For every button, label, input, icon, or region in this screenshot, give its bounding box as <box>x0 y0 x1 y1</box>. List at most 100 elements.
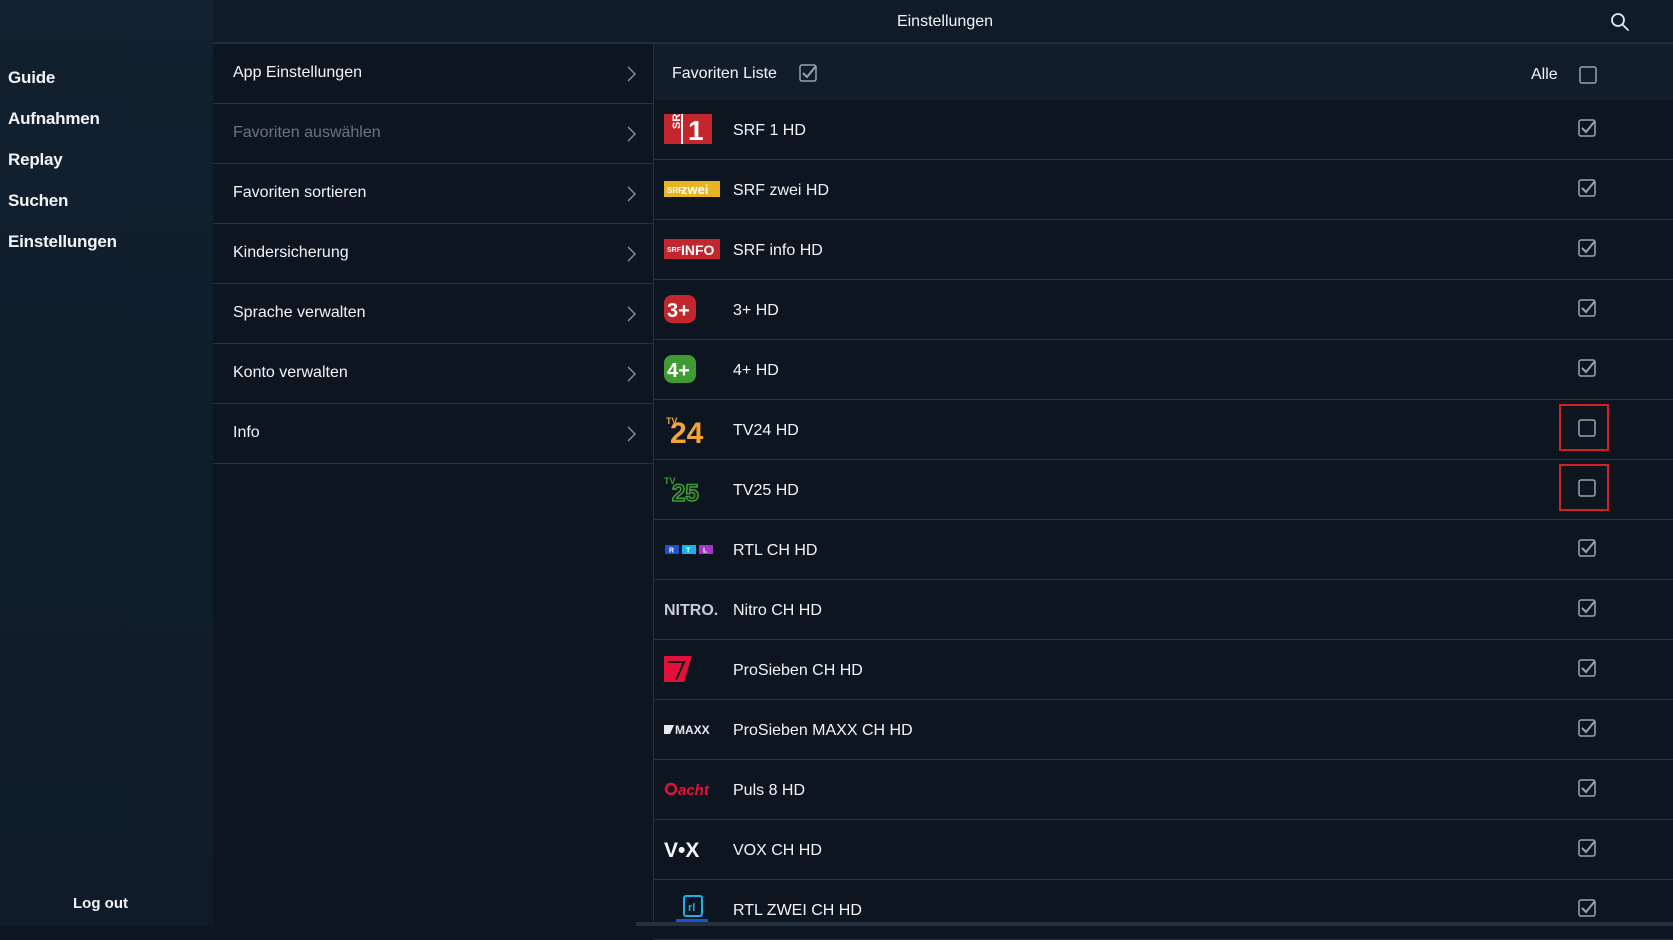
logo-text: INFO <box>681 242 715 258</box>
channel-name: 3+ HD <box>733 302 779 319</box>
puls8-logo: acht <box>664 782 710 799</box>
chevron-right-icon <box>627 366 636 382</box>
chevron-right-icon <box>627 126 636 142</box>
logo-text: V•X <box>664 839 699 862</box>
channel-checkbox[interactable] <box>1578 539 1596 557</box>
channel-name: SRF zwei HD <box>733 182 830 199</box>
nitro-logo: NITRO. <box>664 602 718 619</box>
logo-text: 25 <box>672 480 699 504</box>
channel-checkbox[interactable] <box>1578 299 1596 317</box>
logo-text: 24 <box>670 417 704 444</box>
sidebar-item-guide[interactable]: Guide <box>8 68 55 88</box>
logo-text: NITRO. <box>664 602 718 619</box>
channel-checkbox[interactable] <box>1578 839 1596 857</box>
sidebar-item-replay[interactable]: Replay <box>8 150 63 170</box>
sidebar-item-einstellungen[interactable]: Einstellungen <box>8 232 117 252</box>
menu-item-favoriten-sortieren[interactable]: Favoriten sortieren <box>213 164 654 224</box>
channel-name: SRF 1 HD <box>733 122 806 139</box>
vox-logo: V•X <box>664 839 699 862</box>
channel-checkbox[interactable] <box>1578 359 1596 377</box>
chevron-right-icon <box>627 306 636 322</box>
channel-name: SRF info HD <box>733 242 823 259</box>
channel-row[interactable]: SRF INFO SRF info HD <box>654 220 1673 280</box>
chevron-right-icon <box>627 246 636 262</box>
channel-checkbox[interactable] <box>1578 779 1596 797</box>
logo-text: L <box>703 548 708 555</box>
tv25-logo: TV 25 <box>664 476 700 504</box>
search-icon[interactable] <box>1610 12 1630 32</box>
menu-item-favoriten-auswaehlen[interactable]: Favoriten auswählen <box>213 104 654 164</box>
channel-checkbox[interactable] <box>1578 659 1596 677</box>
srf-zwei-logo: SRF zwei <box>664 181 720 197</box>
favorites-list-checkbox[interactable] <box>799 64 817 82</box>
channel-row[interactable]: TV 25 TV25 HD <box>654 460 1673 520</box>
channel-row[interactable]: 3+ 3+ HD <box>654 280 1673 340</box>
channel-checkbox[interactable] <box>1578 719 1596 737</box>
channel-row[interactable]: R T L RTL CH HD <box>654 520 1673 580</box>
channel-row[interactable]: SRF zwei SRF zwei HD <box>654 160 1673 220</box>
menu-item-label: Kindersicherung <box>233 244 349 261</box>
top-bar: Einstellungen <box>213 0 1673 44</box>
channel-checkbox[interactable] <box>1578 419 1596 437</box>
logo-text: SRF <box>671 114 683 129</box>
menu-item-app-einstellungen[interactable]: App Einstellungen <box>213 44 654 104</box>
logo-text: 3+ <box>667 300 690 322</box>
channel-checkbox[interactable] <box>1578 599 1596 617</box>
channel-checkbox[interactable] <box>1578 179 1596 197</box>
sidebar: Guide Aufnahmen Replay Suchen Einstellun… <box>0 0 213 926</box>
channel-row[interactable]: TV 24 TV24 HD <box>654 400 1673 460</box>
favorites-list-title: Favoriten Liste <box>672 65 777 82</box>
logo-text: zwei <box>681 182 708 197</box>
channel-row[interactable]: 4+ 4+ HD <box>654 340 1673 400</box>
channel-name: 4+ HD <box>733 362 779 379</box>
channel-list: SRF 1 SRF 1 HD SRF zwei SRF zwei HD SRF … <box>654 100 1673 940</box>
channel-checkbox[interactable] <box>1578 479 1596 497</box>
channel-row[interactable]: ProSieben CH HD <box>654 640 1673 700</box>
menu-item-label: Favoriten auswählen <box>233 124 381 141</box>
sidebar-item-aufnahmen[interactable]: Aufnahmen <box>8 109 100 129</box>
logo-text: SRF <box>667 247 682 254</box>
4plus-logo: 4+ <box>664 355 696 383</box>
menu-item-label: Konto verwalten <box>233 364 348 381</box>
channel-name: Nitro CH HD <box>733 602 822 619</box>
channel-name: TV24 HD <box>733 422 799 439</box>
logo-text: R <box>669 548 674 555</box>
channel-name: Puls 8 HD <box>733 782 806 799</box>
prosieben-maxx-logo: MAXX <box>664 723 710 737</box>
logout-button[interactable]: Log out <box>73 895 128 912</box>
logo-text: T <box>686 548 691 555</box>
select-all-checkbox[interactable] <box>1579 66 1597 84</box>
menu-item-label: App Einstellungen <box>233 64 362 81</box>
menu-item-info[interactable]: Info <box>213 404 654 464</box>
logo-text: MAXX <box>675 723 710 737</box>
channel-name: TV25 HD <box>733 482 799 499</box>
channel-checkbox[interactable] <box>1578 119 1596 137</box>
scrollbar[interactable] <box>636 922 1673 926</box>
page-title: Einstellungen <box>896 13 994 30</box>
channel-name: VOX CH HD <box>733 842 822 859</box>
chevron-right-icon <box>627 186 636 202</box>
rtl-zwei-logo: rl <box>676 895 708 922</box>
channel-checkbox[interactable] <box>1578 899 1596 917</box>
menu-item-label: Favoriten sortieren <box>233 184 367 201</box>
channel-row[interactable]: rl RTL ZWEI CH HD <box>654 880 1673 940</box>
svg-text:rl: rl <box>688 902 695 914</box>
menu-item-sprache-verwalten[interactable]: Sprache verwalten <box>213 284 654 344</box>
channel-checkbox[interactable] <box>1578 239 1596 257</box>
channel-row[interactable]: SRF 1 SRF 1 HD <box>654 100 1673 160</box>
channel-row[interactable]: V•X VOX CH HD <box>654 820 1673 880</box>
settings-menu: App Einstellungen Favoriten auswählen Fa… <box>213 44 654 464</box>
channel-row[interactable]: NITRO. Nitro CH HD <box>654 580 1673 640</box>
favorites-list-header: Favoriten Liste Alle <box>654 44 1673 100</box>
chevron-right-icon <box>627 426 636 442</box>
menu-item-label: Info <box>233 424 260 441</box>
sidebar-item-suchen[interactable]: Suchen <box>8 191 68 211</box>
channel-name: ProSieben CH HD <box>733 662 863 679</box>
logo-text: 4+ <box>667 360 690 382</box>
logo-text: acht <box>678 782 710 799</box>
channel-row[interactable]: MAXX ProSieben MAXX CH HD <box>654 700 1673 760</box>
channel-row[interactable]: acht Puls 8 HD <box>654 760 1673 820</box>
3plus-logo: 3+ <box>664 295 696 323</box>
menu-item-kindersicherung[interactable]: Kindersicherung <box>213 224 654 284</box>
menu-item-konto-verwalten[interactable]: Konto verwalten <box>213 344 654 404</box>
